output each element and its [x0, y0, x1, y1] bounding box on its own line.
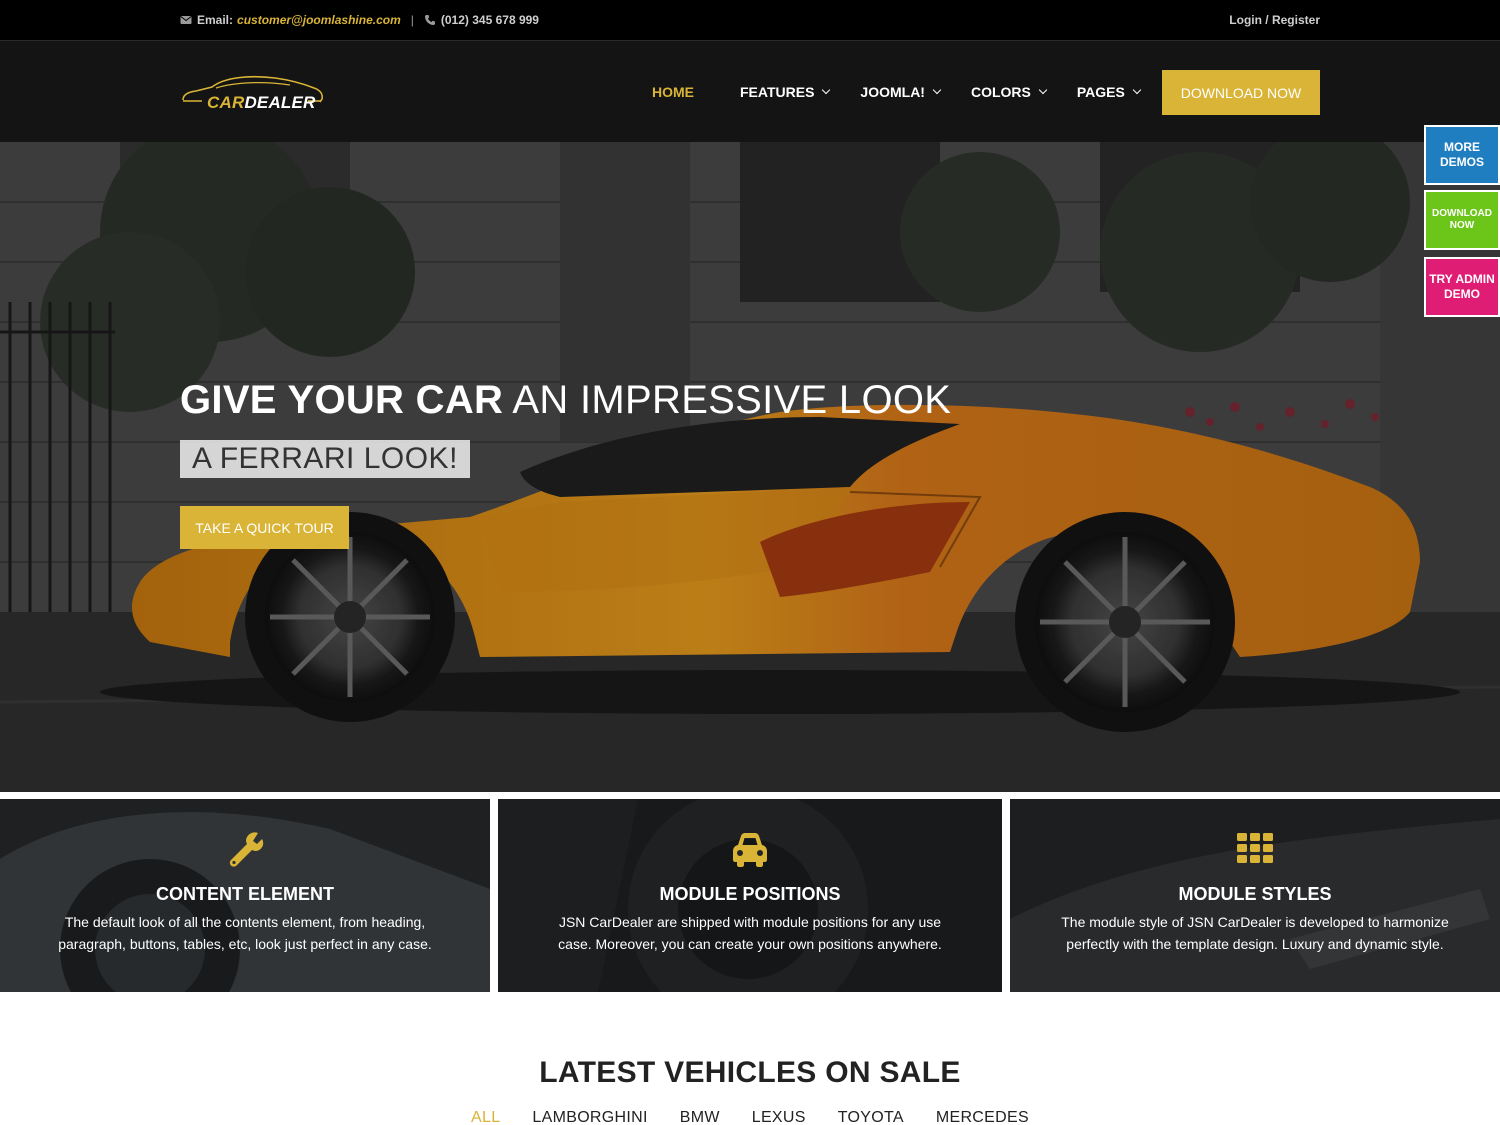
feature-module-positions: MODULE POSITIONS JSN CarDealer are shipp…	[498, 799, 1002, 992]
more-demos-button[interactable]: MORE DEMOS	[1424, 125, 1500, 185]
download-now-button[interactable]: DOWNLOAD NOW	[1162, 70, 1320, 115]
email-label: Email:	[197, 13, 234, 27]
phone-icon	[424, 15, 435, 25]
filter-all[interactable]: ALL	[471, 1109, 500, 1125]
hero-banner: GIVE YOUR CAR AN IMPRESSIVE LOOK A FERRA…	[0, 142, 1500, 792]
logo-text: CARDEALER	[207, 93, 316, 113]
nav-pages-label: PAGES	[1076, 84, 1125, 100]
features-section: CONTENT ELEMENT The default look of all …	[0, 799, 1500, 992]
phone-number: (012) 345 678 999	[440, 13, 539, 27]
hero-title: GIVE YOUR CAR AN IMPRESSIVE LOOK	[180, 378, 951, 423]
nav-colors-label: COLORS	[970, 84, 1031, 100]
take-quick-tour-button[interactable]: TAKE A QUICK TOUR	[180, 506, 349, 549]
nav-home[interactable]: HOME	[652, 84, 694, 100]
nav-joomla-label: JOOMLA!	[860, 84, 925, 100]
email-link[interactable]: customer@joomlashine.com	[237, 13, 401, 27]
vehicle-filter-tabs: ALL LAMBORGHINI BMW LEXUS TOYOTA MERCEDE…	[0, 1109, 1500, 1125]
main-nav: HOME FEATURES JOOMLA! COLORS PAGES	[652, 84, 1142, 100]
header: CARDEALER HOME FEATURES JOOMLA! COLORS P…	[0, 40, 1500, 142]
login-link[interactable]: Login	[1229, 13, 1262, 27]
feature-title: MODULE POSITIONS	[659, 884, 841, 904]
latest-vehicles-title: LATEST VEHICLES ON SALE	[539, 1056, 961, 1089]
feature-module-styles: MODULE STYLES The module style of JSN Ca…	[1010, 799, 1500, 992]
hero-subtitle: A FERRARI LOOK!	[180, 440, 470, 478]
filter-bmw[interactable]: BMW	[680, 1109, 720, 1125]
site-logo[interactable]: CARDEALER	[180, 73, 325, 115]
filter-toyota[interactable]: TOYOTA	[838, 1109, 904, 1125]
chevron-down-icon	[1132, 85, 1142, 95]
auth-separator: /	[1261, 13, 1272, 27]
contact-info: Email: customer@joomlashine.com | (012) …	[180, 13, 539, 27]
logo-text-car: CAR	[207, 93, 245, 112]
feature-title: CONTENT ELEMENT	[156, 884, 334, 904]
hero-title-light: AN IMPRESSIVE LOOK	[503, 378, 952, 422]
wrench-icon	[229, 832, 264, 867]
feature-text: The module style of JSN CarDealer is dev…	[1061, 914, 1449, 952]
nav-colors[interactable]: COLORS	[970, 84, 1048, 100]
separator: |	[410, 13, 414, 27]
top-bar: Email: customer@joomlashine.com | (012) …	[0, 0, 1500, 40]
filter-lexus[interactable]: LEXUS	[752, 1109, 806, 1125]
feature-text: The default look of all the contents ele…	[58, 914, 432, 952]
logo-text-dealer: DEALER	[244, 93, 316, 112]
nav-home-label: HOME	[652, 84, 694, 100]
envelope-icon	[180, 16, 192, 24]
feature-content-element: CONTENT ELEMENT The default look of all …	[0, 799, 490, 992]
filter-mercedes[interactable]: MERCEDES	[936, 1109, 1029, 1125]
chevron-down-icon	[1038, 85, 1048, 95]
try-admin-demo-button[interactable]: TRY ADMIN DEMO	[1424, 257, 1500, 317]
nav-features-label: FEATURES	[740, 84, 815, 100]
filter-lamborghini[interactable]: LAMBORGHINI	[532, 1109, 647, 1125]
car-icon	[733, 833, 767, 867]
nav-joomla[interactable]: JOOMLA!	[860, 84, 942, 100]
grid-icon	[1237, 833, 1273, 863]
feature-text: JSN CarDealer are shipped with module po…	[558, 914, 942, 952]
auth-links: Login / Register	[1229, 13, 1320, 27]
chevron-down-icon	[822, 85, 831, 95]
nav-pages[interactable]: PAGES	[1076, 84, 1142, 100]
nav-features[interactable]: FEATURES	[740, 84, 831, 100]
chevron-down-icon	[932, 85, 942, 95]
side-download-now-button[interactable]: DOWNLOAD NOW	[1424, 190, 1500, 250]
register-link[interactable]: Register	[1272, 13, 1320, 27]
hero-title-strong: GIVE YOUR CAR	[180, 378, 504, 422]
feature-title: MODULE STYLES	[1178, 884, 1332, 904]
